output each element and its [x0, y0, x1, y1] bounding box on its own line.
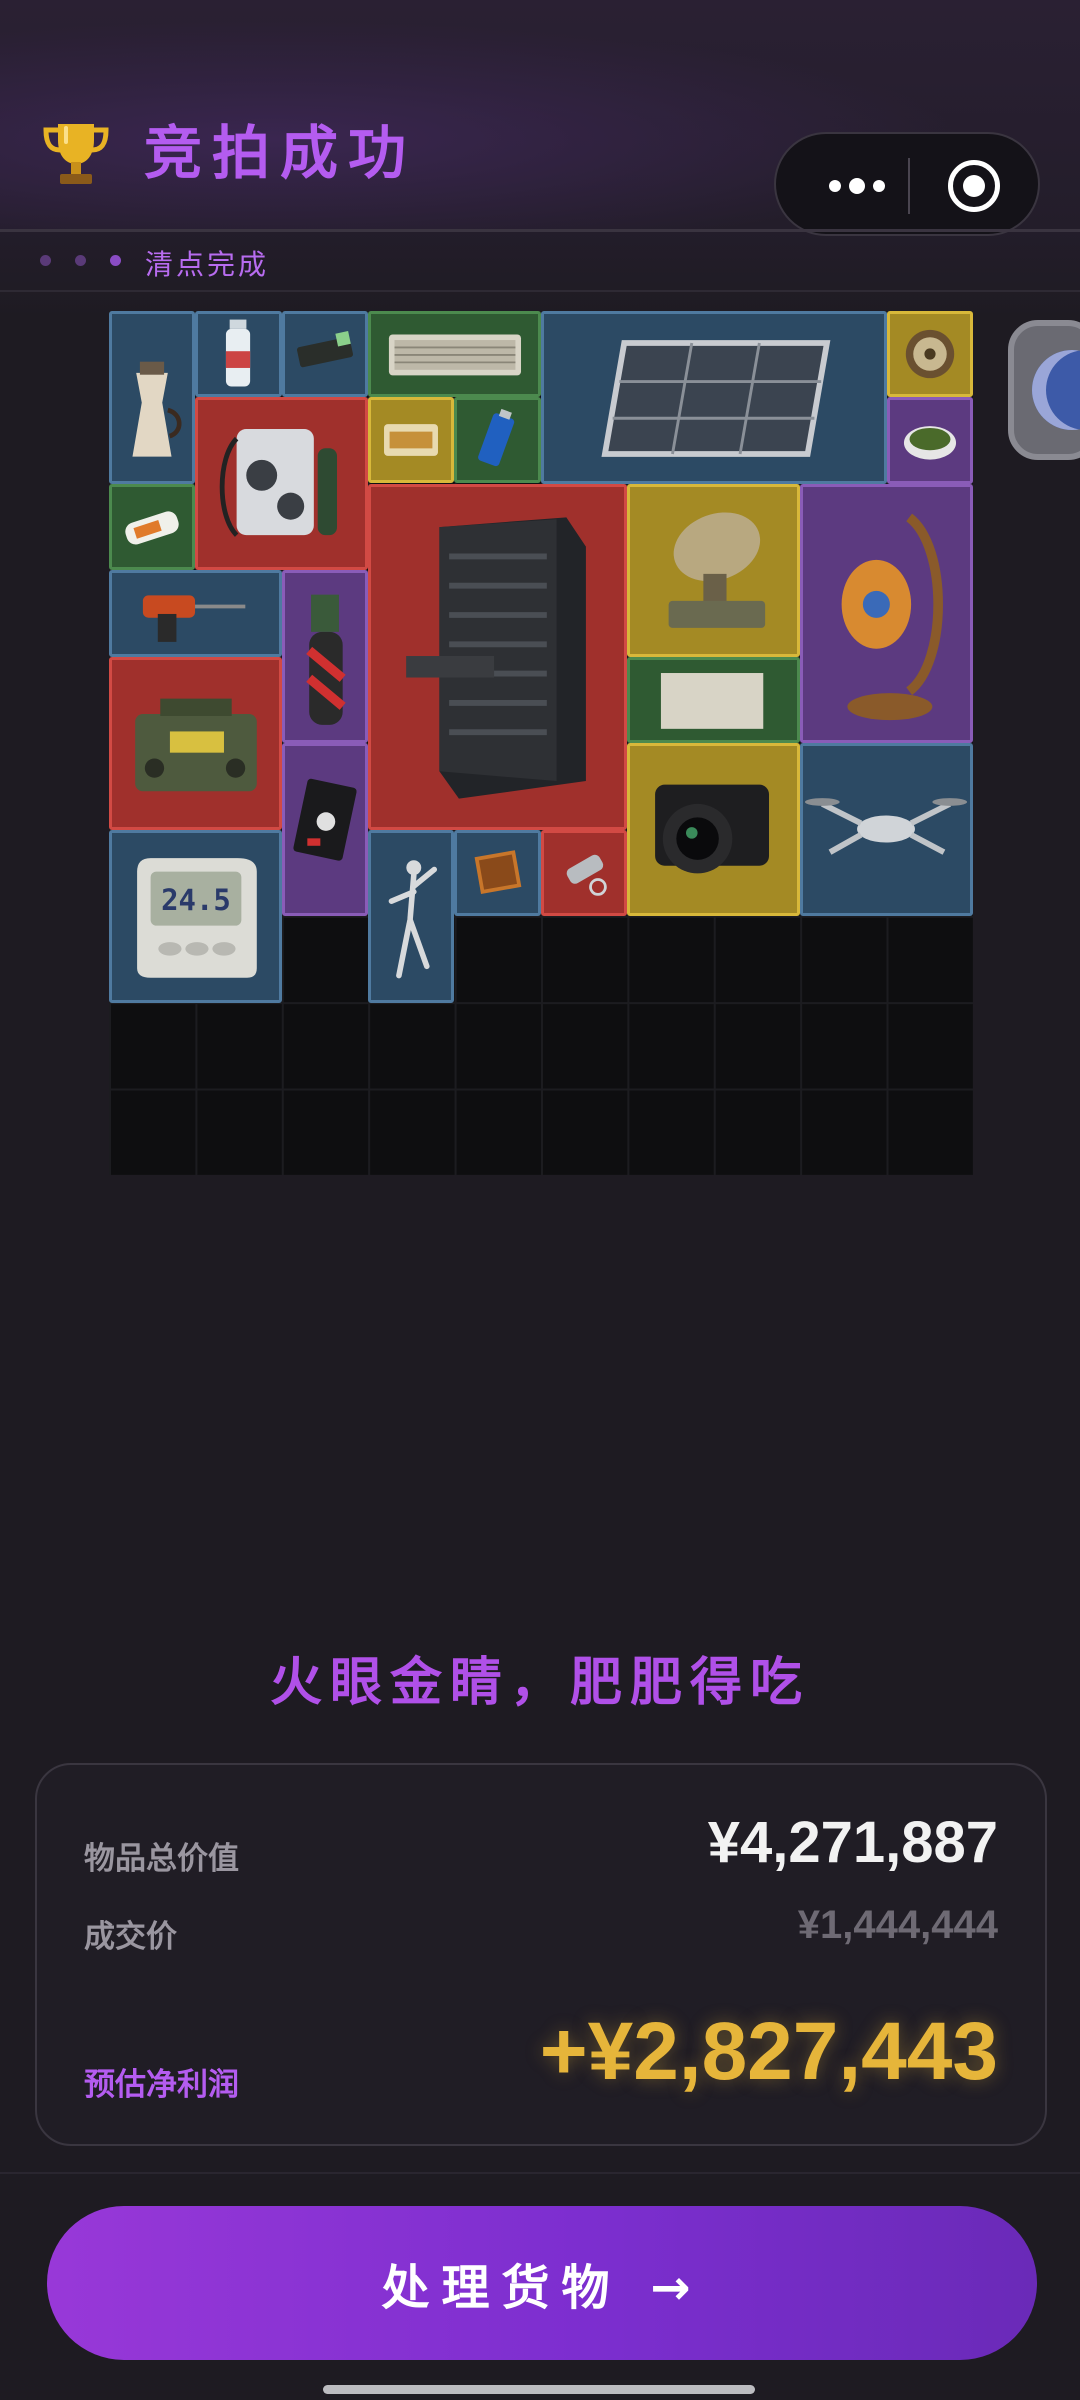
- item-drone[interactable]: [800, 743, 973, 916]
- item-old-document[interactable]: [627, 657, 800, 743]
- thermometer-reading: 24.5: [161, 883, 231, 917]
- item-thermometer[interactable]: 24.5: [109, 830, 282, 1003]
- item-snack-pack[interactable]: [282, 743, 368, 916]
- deal-price-label: 成交价: [84, 1919, 177, 1955]
- item-flashlight[interactable]: [541, 830, 627, 916]
- trophy-icon: [43, 124, 109, 184]
- item-power-drill[interactable]: [109, 570, 282, 657]
- item-pill-bottle[interactable]: [109, 484, 195, 570]
- item-matchbox[interactable]: [454, 830, 541, 916]
- item-military-radio[interactable]: [109, 657, 282, 830]
- total-value: ¥4,271,887: [707, 1810, 998, 1875]
- item-usb-drive[interactable]: [282, 311, 368, 397]
- page-title: 竞拍成功: [144, 119, 417, 187]
- mini-program-capsule: [774, 132, 1040, 236]
- capsule-separator: [908, 158, 910, 214]
- item-herb-bowl[interactable]: [887, 397, 973, 484]
- header-divider: [0, 229, 1080, 232]
- item-keyboard[interactable]: [368, 311, 541, 397]
- item-water-bottle[interactable]: [195, 311, 282, 397]
- item-generator[interactable]: [195, 397, 368, 570]
- progress-dots: [40, 255, 121, 266]
- summary-card: 物品总价值 ¥4,271,887 成交价 ¥1,444,444 预估净利润 +¥…: [35, 1763, 1047, 2146]
- target-icon[interactable]: [948, 160, 1000, 212]
- more-icon[interactable]: [812, 164, 902, 208]
- item-radar-dish[interactable]: [627, 484, 800, 657]
- profit-label: 预估净利润: [84, 2067, 239, 2103]
- slogan-text: 火眼金睛，肥肥得吃: [269, 1653, 810, 1713]
- item-moka-pot[interactable]: [109, 311, 195, 484]
- profit-value: +¥2,827,443: [539, 2006, 998, 2097]
- item-solar-panel[interactable]: [541, 311, 887, 484]
- process-goods-label: 处理货物 →: [381, 2260, 703, 2316]
- item-blowtorch[interactable]: [282, 570, 368, 743]
- deal-price-value: ¥1,444,444: [797, 1903, 998, 1947]
- auction-result-page: 竞拍成功 清点完成 24.5 火眼金睛，肥肥得吃 物品总价值 ¥4,271,88…: [0, 0, 1080, 2400]
- item-battery[interactable]: [454, 397, 541, 483]
- item-lantern[interactable]: [800, 484, 973, 743]
- total-value-label: 物品总价值: [84, 1841, 239, 1877]
- header: 竞拍成功: [0, 0, 1080, 236]
- item-server-rack[interactable]: [368, 484, 627, 830]
- item-pocket-watch[interactable]: [887, 311, 973, 397]
- item-cookie-tin[interactable]: [368, 397, 454, 483]
- home-indicator[interactable]: [323, 2385, 755, 2394]
- floating-assistant-icon[interactable]: [1008, 320, 1080, 460]
- item-dancer-figurine[interactable]: [368, 830, 454, 1003]
- inventory-grid: 24.5: [109, 311, 973, 1175]
- footer-divider: [0, 2172, 1080, 2174]
- item-camera[interactable]: [627, 743, 800, 916]
- status-divider: [0, 290, 1080, 292]
- status-text: 清点完成: [145, 248, 270, 281]
- process-goods-button[interactable]: 处理货物 →: [47, 2206, 1037, 2360]
